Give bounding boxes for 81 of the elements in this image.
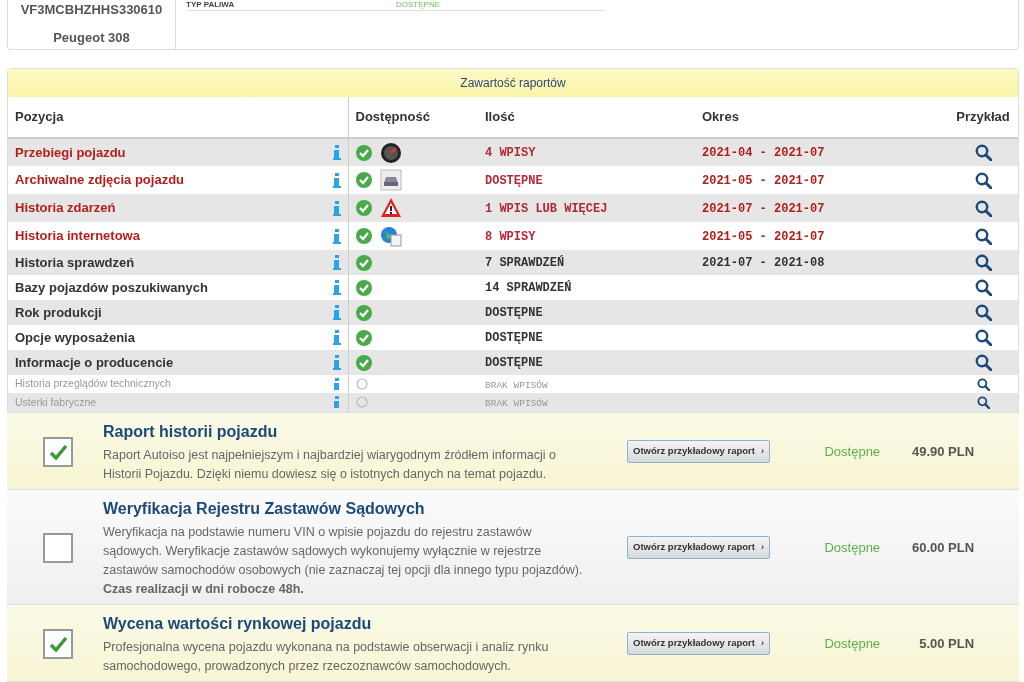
sample-report-button[interactable]: Otwórz przykładowy raport › [627,632,771,655]
search-icon[interactable] [974,329,992,346]
search-icon[interactable] [974,354,992,371]
row-label: Informacje o producencie [15,353,174,372]
row-label: Przebiegi pojazdu [15,143,126,162]
column-header: Pozycja [15,109,64,125]
globe-icon [380,227,401,247]
count-text: BRAK WPISÓW [485,398,548,410]
checkbox[interactable] [43,628,73,659]
count-text: BRAK WPISÓW [485,380,548,391]
row-label: Historia przeglądów technicznych [15,376,171,392]
info-icon [332,228,341,244]
checkbox[interactable] [43,436,73,467]
count-text: 8 WPISY [485,229,536,244]
row-label: Historia sprawdzeń [15,253,135,272]
row-label: Usterki fabryczne [15,394,97,410]
period-text: 2021-05 - 2021-07 [702,173,825,188]
count-text: 14 SPRAWDZEŃ [485,281,572,295]
search-icon[interactable] [974,144,992,161]
period-text: 2021-07 - 2021-08 [702,256,825,270]
count-text: 7 SPRAWDZEŃ [485,256,565,270]
count-text: DOSTĘPNE [485,173,543,188]
count-text: DOSTĘPNE [485,356,543,370]
checkbox[interactable] [43,532,73,563]
info-icon [332,145,341,160]
price-text: 49.90 PLN [910,442,975,461]
car-icon [380,169,401,191]
count-text: DOSTĘPNE [485,331,543,345]
search-icon[interactable] [974,227,992,245]
column-header: Okres [702,109,739,125]
search-icon[interactable] [974,279,992,296]
info-icon [332,330,341,345]
product-description: Profesjonalna wycena pojazdu wykonana na podstawie obserwacji i analiz rynku samochodowego, prowadzonych przez rzeczoznawców samochodowych. [103,638,550,675]
row-label: Historia zdarzeń [15,199,116,218]
info-icon [332,355,341,370]
price-text: 5.00 PLN [918,634,975,653]
info-icon [332,378,341,391]
product-title: Raport historii pojazdu [103,421,279,442]
sample-report-button[interactable]: Otwórz przykładowy raport › [627,440,771,463]
column-header: Ilość [485,109,515,125]
search-icon[interactable] [974,254,992,271]
count-text: 4 WPISY [485,146,536,160]
info-icon [332,255,341,270]
row-label: Bazy pojazdów poszukiwanych [15,278,208,297]
info-icon [332,200,341,216]
row-label: Historia internetowa [15,227,140,246]
search-icon[interactable] [974,304,992,321]
vin-number: VF3MCBHZHHS330610 [20,1,163,19]
period-text: 2021-05 - 2021-07 [702,229,825,244]
status-text: Dostępne [823,538,881,557]
column-header: Dostępność [355,109,430,125]
count-text: DOSTĘPNE [485,306,543,320]
search-icon[interactable] [976,395,990,409]
search-icon[interactable] [974,199,992,217]
info-icon [332,172,341,188]
status-text: Dostępne [823,634,881,653]
field-value: DOSTĘPNE [396,0,440,10]
row-label: Archiwalne zdjęcia pojazdu [15,171,185,190]
info-icon [332,305,341,320]
price-text: 60.00 PLN [910,538,975,557]
gauge-icon [380,142,401,163]
search-icon[interactable] [974,171,992,189]
warning-icon [380,198,401,217]
field-label: TYP PALIWA [186,0,236,10]
sample-report-button[interactable]: Otwórz przykładowy raport › [627,536,771,559]
column-header: Przykład [956,109,1010,125]
info-icon [332,396,341,409]
product-description: Raport Autoiso jest najpełniejszym i najbardziej wiarygodnym źródłem informacji o Historii Pojazdu. Dzięki niemu dowiesz się o istotnych danych na temat pojazdu. [103,446,557,483]
period-text: 2021-07 - 2021-07 [702,201,825,216]
product-title: Wycena wartości rynkowej pojazdu [103,613,373,634]
search-icon[interactable] [976,377,990,391]
info-icon [332,280,341,295]
product-description: Weryfikacja na podstawie numeru VIN o wpisie pojazdu do rejestru zastawów sądowych. Weryfikacje zastawów sądowych wykonujemy wyłącznie w rejestrze zastawów samochodów osobowych (nie zaznaczaj tej opcji dla innego typu pojazdów). Czas realizacji w dni robocze 48h. [103,523,584,598]
status-text: Dostępne [823,442,881,461]
product-title: Weryfikacja Rejestru Zastawów Sądowych [103,498,426,519]
vehicle-model: Peugeot 308 [53,28,130,47]
count-text: 1 WPIS LUB WIĘCEJ [485,201,608,216]
section-title: Zawartość raportów [8,69,1018,97]
row-label: Opcje wyposażenia [15,328,135,347]
period-text: 2021-04 - 2021-07 [702,146,825,160]
row-label: Rok produkcji [15,303,102,322]
